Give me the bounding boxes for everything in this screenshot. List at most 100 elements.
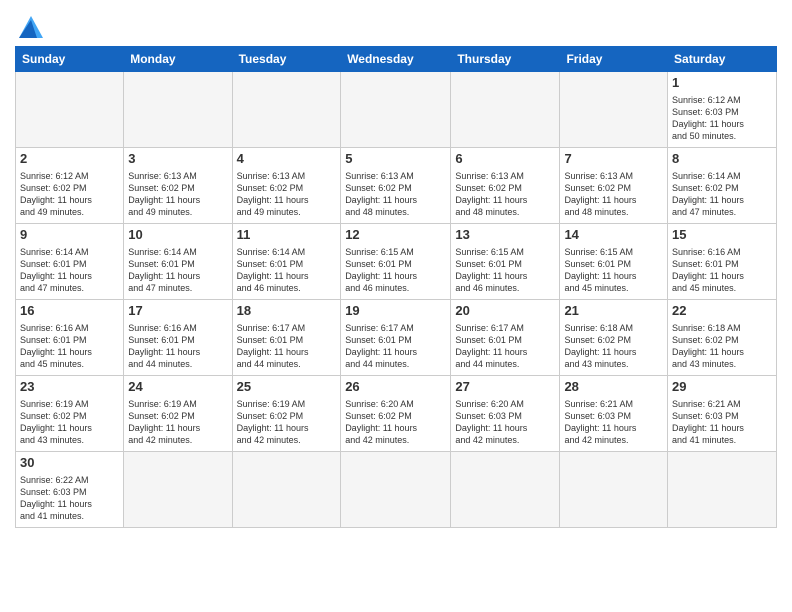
day-number: 8 [672, 151, 772, 168]
calendar-week-3: 9Sunrise: 6:14 AM Sunset: 6:01 PM Daylig… [16, 224, 777, 300]
day-number: 12 [345, 227, 446, 244]
calendar-week-2: 2 Sunrise: 6:12 AM Sunset: 6:02 PM Daylig… [16, 148, 777, 224]
day-info: Sunrise: 6:15 AM Sunset: 6:01 PM Dayligh… [564, 246, 663, 295]
calendar-cell: 24 Sunrise: 6:19 AM Sunset: 6:02 PM Dayli… [124, 376, 232, 452]
calendar-cell: 27 Sunrise: 6:20 AM Sunset: 6:03 PM Dayli… [451, 376, 560, 452]
col-header-tuesday: Tuesday [232, 47, 341, 72]
calendar-week-5: 23 Sunrise: 6:19 AM Sunset: 6:02 PM Dayli… [16, 376, 777, 452]
day-info: Sunrise: 6:17 AM Sunset: 6:01 PM Dayligh… [345, 322, 446, 371]
day-info: Sunrise: 6:16 AM Sunset: 6:01 PM Dayligh… [672, 246, 772, 295]
calendar-cell [124, 452, 232, 528]
day-number: 27 [455, 379, 555, 396]
day-info: Sunrise: 6:17 AM Sunset: 6:01 PM Dayligh… [237, 322, 337, 371]
day-number: 16 [20, 303, 119, 320]
day-number: 18 [237, 303, 337, 320]
calendar-cell [668, 452, 777, 528]
day-info: Sunrise: 6:18 AM Sunset: 6:02 PM Dayligh… [564, 322, 663, 371]
day-info: Sunrise: 6:16 AM Sunset: 6:01 PM Dayligh… [20, 322, 119, 371]
day-number: 5 [345, 151, 446, 168]
day-info: Sunrise: 6:13 AM Sunset: 6:02 PM Dayligh… [128, 170, 227, 219]
calendar-cell: 5Sunrise: 6:13 AM Sunset: 6:02 PM Daylig… [341, 148, 451, 224]
day-info: Sunrise: 6:18 AM Sunset: 6:02 PM Dayligh… [672, 322, 772, 371]
day-number: 3 [128, 151, 227, 168]
day-info: Sunrise: 6:19 AM Sunset: 6:02 PM Dayligh… [128, 398, 227, 447]
calendar-cell: 14 Sunrise: 6:15 AM Sunset: 6:01 PM Dayli… [560, 224, 668, 300]
calendar-cell: 19 Sunrise: 6:17 AM Sunset: 6:01 PM Dayli… [341, 300, 451, 376]
calendar-cell: 8 Sunrise: 6:14 AM Sunset: 6:02 PM Daylig… [668, 148, 777, 224]
calendar-cell: 15Sunrise: 6:16 AM Sunset: 6:01 PM Dayli… [668, 224, 777, 300]
day-number: 2 [20, 151, 119, 168]
calendar-cell: 12 Sunrise: 6:15 AM Sunset: 6:01 PM Dayli… [341, 224, 451, 300]
calendar-cell: 23Sunrise: 6:19 AM Sunset: 6:02 PM Dayli… [16, 376, 124, 452]
day-info: Sunrise: 6:13 AM Sunset: 6:02 PM Dayligh… [455, 170, 555, 219]
calendar-cell: 6 Sunrise: 6:13 AM Sunset: 6:02 PM Daylig… [451, 148, 560, 224]
day-info: Sunrise: 6:13 AM Sunset: 6:02 PM Dayligh… [564, 170, 663, 219]
day-info: Sunrise: 6:14 AM Sunset: 6:01 PM Dayligh… [128, 246, 227, 295]
calendar-week-6: 30Sunrise: 6:22 AM Sunset: 6:03 PM Dayli… [16, 452, 777, 528]
calendar-cell: 16 Sunrise: 6:16 AM Sunset: 6:01 PM Dayli… [16, 300, 124, 376]
calendar-cell: 2 Sunrise: 6:12 AM Sunset: 6:02 PM Daylig… [16, 148, 124, 224]
day-info: Sunrise: 6:20 AM Sunset: 6:03 PM Dayligh… [455, 398, 555, 447]
calendar-week-1: 1 Sunrise: 6:12 AM Sunset: 6:03 PM Daylig… [16, 72, 777, 148]
calendar-cell: 13Sunrise: 6:15 AM Sunset: 6:01 PM Dayli… [451, 224, 560, 300]
day-number: 7 [564, 151, 663, 168]
day-number: 28 [564, 379, 663, 396]
calendar-header-row: SundayMondayTuesdayWednesdayThursdayFrid… [16, 47, 777, 72]
calendar-cell: 18 Sunrise: 6:17 AM Sunset: 6:01 PM Dayli… [232, 300, 341, 376]
calendar-cell: 4 Sunrise: 6:13 AM Sunset: 6:02 PM Daylig… [232, 148, 341, 224]
day-number: 26 [345, 379, 446, 396]
day-number: 25 [237, 379, 337, 396]
day-info: Sunrise: 6:14 AM Sunset: 6:01 PM Dayligh… [20, 246, 119, 295]
day-info: Sunrise: 6:12 AM Sunset: 6:03 PM Dayligh… [672, 94, 772, 143]
day-number: 1 [672, 75, 772, 92]
col-header-monday: Monday [124, 47, 232, 72]
col-header-thursday: Thursday [451, 47, 560, 72]
day-info: Sunrise: 6:14 AM Sunset: 6:02 PM Dayligh… [672, 170, 772, 219]
calendar-cell: 21 Sunrise: 6:18 AM Sunset: 6:02 PM Dayli… [560, 300, 668, 376]
day-info: Sunrise: 6:22 AM Sunset: 6:03 PM Dayligh… [20, 474, 119, 523]
calendar-cell [124, 72, 232, 148]
day-info: Sunrise: 6:12 AM Sunset: 6:02 PM Dayligh… [20, 170, 119, 219]
calendar-cell: 20Sunrise: 6:17 AM Sunset: 6:01 PM Dayli… [451, 300, 560, 376]
calendar-cell [341, 452, 451, 528]
day-info: Sunrise: 6:20 AM Sunset: 6:02 PM Dayligh… [345, 398, 446, 447]
day-info: Sunrise: 6:14 AM Sunset: 6:01 PM Dayligh… [237, 246, 337, 295]
day-number: 6 [455, 151, 555, 168]
calendar-cell: 7 Sunrise: 6:13 AM Sunset: 6:02 PM Daylig… [560, 148, 668, 224]
calendar-week-4: 16 Sunrise: 6:16 AM Sunset: 6:01 PM Dayli… [16, 300, 777, 376]
calendar-cell [451, 72, 560, 148]
day-number: 29 [672, 379, 772, 396]
day-number: 20 [455, 303, 555, 320]
day-number: 17 [128, 303, 227, 320]
logo-icon [15, 10, 43, 38]
calendar-cell: 10 Sunrise: 6:14 AM Sunset: 6:01 PM Dayli… [124, 224, 232, 300]
day-number: 22 [672, 303, 772, 320]
day-number: 24 [128, 379, 227, 396]
day-number: 4 [237, 151, 337, 168]
calendar-cell: 1 Sunrise: 6:12 AM Sunset: 6:03 PM Daylig… [668, 72, 777, 148]
calendar-cell [560, 452, 668, 528]
calendar-cell [232, 452, 341, 528]
day-number: 23 [20, 379, 119, 396]
calendar-cell: 3 Sunrise: 6:13 AM Sunset: 6:02 PM Daylig… [124, 148, 232, 224]
day-info: Sunrise: 6:19 AM Sunset: 6:02 PM Dayligh… [237, 398, 337, 447]
calendar-cell: 11Sunrise: 6:14 AM Sunset: 6:01 PM Dayli… [232, 224, 341, 300]
day-info: Sunrise: 6:15 AM Sunset: 6:01 PM Dayligh… [345, 246, 446, 295]
calendar-cell [16, 72, 124, 148]
day-info: Sunrise: 6:21 AM Sunset: 6:03 PM Dayligh… [672, 398, 772, 447]
calendar-cell: 25 Sunrise: 6:19 AM Sunset: 6:02 PM Dayli… [232, 376, 341, 452]
day-number: 19 [345, 303, 446, 320]
day-number: 14 [564, 227, 663, 244]
day-number: 21 [564, 303, 663, 320]
calendar-cell: 28 Sunrise: 6:21 AM Sunset: 6:03 PM Dayli… [560, 376, 668, 452]
calendar-cell: 9Sunrise: 6:14 AM Sunset: 6:01 PM Daylig… [16, 224, 124, 300]
day-number: 10 [128, 227, 227, 244]
calendar-cell: 26 Sunrise: 6:20 AM Sunset: 6:02 PM Dayli… [341, 376, 451, 452]
day-info: Sunrise: 6:21 AM Sunset: 6:03 PM Dayligh… [564, 398, 663, 447]
header [15, 10, 777, 38]
day-info: Sunrise: 6:13 AM Sunset: 6:02 PM Dayligh… [237, 170, 337, 219]
calendar-cell [341, 72, 451, 148]
col-header-sunday: Sunday [16, 47, 124, 72]
col-header-saturday: Saturday [668, 47, 777, 72]
day-info: Sunrise: 6:16 AM Sunset: 6:01 PM Dayligh… [128, 322, 227, 371]
